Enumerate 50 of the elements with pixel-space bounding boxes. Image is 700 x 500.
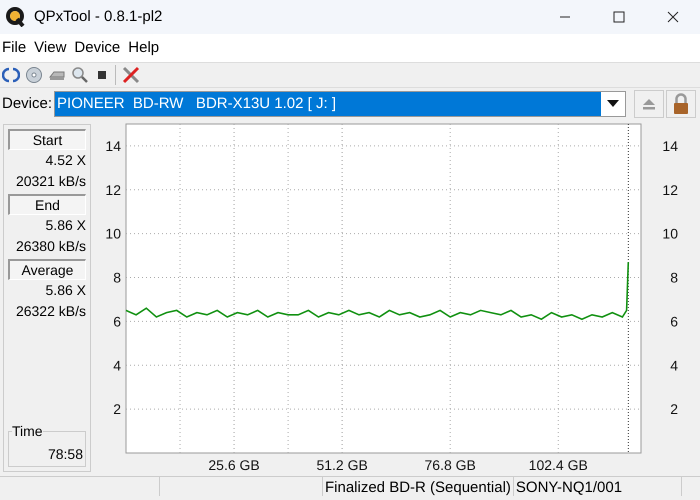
status-text: Finalized BD-R (Sequential) (323, 477, 514, 496)
rate-value: 26322 kB/s (14, 302, 86, 321)
disc-icon[interactable] (25, 66, 43, 84)
close-icon[interactable] (667, 11, 679, 23)
padlock-icon (673, 93, 690, 115)
x-axis-label: 102.4 GB (528, 457, 588, 473)
section-header: End (8, 194, 86, 215)
window-title: QPxTool - 0.8.1-pl2 (34, 6, 162, 27)
device-label: Device: (2, 94, 52, 114)
rate-value: 26380 kB/s (14, 237, 86, 256)
y-axis-label: 2 (670, 401, 678, 418)
menu-item[interactable]: Device (74, 36, 120, 60)
y-axis-label: 10 (105, 226, 121, 242)
refresh-icon[interactable] (2, 66, 20, 84)
speed-value: 4.52 X (44, 151, 86, 170)
y-axis-label: 4 (113, 357, 121, 374)
y-axis-label: 14 (662, 138, 678, 154)
y-axis-label: 14 (105, 138, 121, 154)
y-axis-label: 10 (662, 226, 678, 242)
device-dropdown[interactable]: PIONEER BD-RW BDR-X13U 1.02 [ J: ] (54, 91, 626, 117)
stop-icon[interactable] (97, 70, 107, 80)
y-axis-label: 12 (105, 182, 121, 198)
time-value: 78:58 (48, 445, 83, 464)
status-text: SONY-NQ1/001 (514, 477, 682, 496)
section-header: Start (8, 129, 86, 150)
lock-button[interactable] (666, 90, 696, 118)
time-label: Time (12, 423, 43, 439)
speed-value: 5.86 X (44, 216, 86, 235)
tools-icon[interactable] (121, 65, 141, 85)
section-header: Average (8, 259, 86, 280)
speed-value: 5.86 X (44, 281, 86, 300)
y-axis-label: 2 (113, 401, 121, 418)
maximize-icon[interactable] (613, 11, 625, 23)
eject-icon (642, 98, 656, 110)
menu-item[interactable]: File (2, 36, 26, 60)
caret-icon (607, 100, 620, 108)
app-logo-icon (6, 7, 26, 27)
y-axis-label: 6 (670, 313, 678, 330)
x-axis-label: 25.6 GB (208, 457, 260, 473)
y-axis-label: 4 (670, 357, 678, 374)
x-axis-label: 76.8 GB (424, 457, 476, 473)
magnifier-icon[interactable] (71, 66, 89, 84)
y-axis-label: 8 (113, 270, 121, 286)
y-axis-label: 6 (113, 313, 121, 330)
x-axis-label: 51.2 GB (316, 457, 368, 473)
y-axis-label: 12 (662, 182, 678, 198)
y-axis-label: 8 (670, 270, 678, 286)
menu-item[interactable]: View (34, 36, 66, 60)
rate-value: 20321 kB/s (14, 172, 86, 191)
menu-item[interactable]: Help (128, 36, 160, 60)
